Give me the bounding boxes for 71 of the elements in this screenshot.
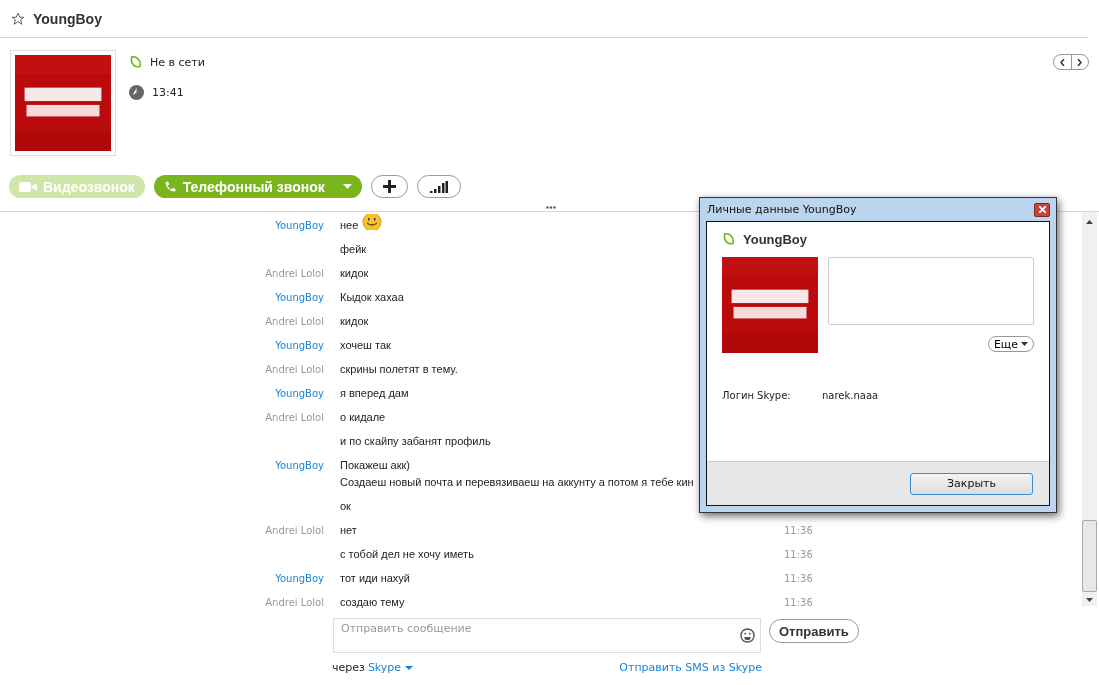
chevron-right-icon — [1077, 58, 1083, 66]
phone-icon — [163, 180, 177, 193]
sender-name: Andrei Lolol — [265, 267, 324, 281]
plus-icon — [382, 180, 396, 193]
status-icon — [129, 56, 142, 69]
close-dialog-button[interactable]: Закрыть — [910, 472, 1033, 495]
sender-name: YoungBoy — [275, 291, 324, 305]
message-text: я вперед дам — [340, 386, 409, 401]
star-icon[interactable] — [11, 11, 25, 26]
caret-icon — [405, 665, 414, 670]
field-label: Логин Skype: — [722, 390, 792, 401]
sender-name: Andrei Lolol — [265, 315, 324, 329]
message-text: нее — [340, 217, 383, 234]
sender-name: YoungBoy — [275, 219, 324, 233]
sender-name: YoungBoy — [275, 339, 324, 353]
sender-name: YoungBoy — [275, 459, 324, 473]
local-time: 13:41 — [152, 86, 184, 99]
scroll-down-icon[interactable] — [1086, 598, 1093, 602]
camera-icon — [19, 181, 37, 192]
call-quality-button[interactable] — [416, 175, 461, 198]
message-text: и по скайпу забанят профиль — [340, 434, 491, 449]
sender-name: Andrei Lolol — [265, 411, 324, 425]
add-button[interactable] — [370, 175, 408, 198]
smiley-icon[interactable] — [740, 628, 755, 643]
message-time: 11:36 — [784, 596, 814, 610]
scroll-up-icon[interactable] — [1086, 220, 1093, 224]
field-value: narek.naaa — [822, 390, 879, 401]
message-time: 11:36 — [784, 572, 814, 586]
message-text: скрины полетят в тему. — [340, 362, 458, 377]
message-text: с тобой дел не хочу иметь — [340, 547, 474, 562]
resize-handle-icon[interactable] — [546, 206, 556, 209]
message-input[interactable]: Отправить сообщение — [333, 618, 761, 653]
signal-bars-icon — [429, 180, 448, 193]
via-label: через — [332, 661, 365, 674]
message-text: тот иди нахуй — [340, 571, 410, 586]
message-text: хочеш так — [340, 338, 391, 353]
message-text: Покажеш акк) — [340, 458, 410, 473]
caret-icon — [342, 184, 352, 189]
contact-name: YoungBoy — [743, 232, 808, 247]
message-text: ок — [340, 499, 351, 514]
clock-icon — [129, 85, 144, 100]
message-text: нет — [340, 523, 357, 538]
message-time: 11:36 — [784, 524, 814, 538]
chevron-left-icon — [1059, 58, 1065, 66]
service-selector[interactable]: Skype — [367, 661, 414, 674]
status-icon — [722, 233, 735, 246]
more-button[interactable]: Еще — [987, 336, 1034, 352]
phone-call-button[interactable]: Телефонный звонок — [153, 175, 362, 198]
message-text: кидок — [340, 314, 369, 329]
send-button[interactable]: Отправить — [769, 619, 859, 643]
sms-link[interactable]: Отправить SMS из Skype — [619, 661, 762, 674]
scroll-thumb[interactable] — [1082, 520, 1097, 592]
message-text: Создаеш новый почта и перевязиваеш на аккунту а потом я тебе кин — [340, 475, 694, 490]
caret-icon — [1021, 342, 1028, 346]
message-text: о кидале — [340, 410, 386, 425]
dialog-title: Личные данные YoungBoy — [707, 203, 857, 216]
close-button[interactable] — [1034, 202, 1050, 217]
message-time: 11:36 — [784, 548, 814, 562]
message-text: кидок — [340, 266, 369, 281]
close-icon — [1038, 206, 1046, 213]
sender-name: Andrei Lolol — [265, 363, 324, 377]
message-text: фейк — [340, 242, 367, 257]
sender-name: YoungBoy — [275, 387, 324, 401]
message-text: Кыдок хахаа — [340, 290, 404, 305]
sender-name: YoungBoy — [275, 572, 324, 586]
sender-name: Andrei Lolol — [265, 524, 324, 538]
sender-name: Andrei Lolol — [265, 596, 324, 610]
contact-name: YoungBoy — [33, 10, 102, 27]
scrollbar[interactable] — [1082, 212, 1097, 606]
message-text: создаю тему — [340, 595, 405, 610]
status-text: Не в сети — [150, 56, 205, 69]
